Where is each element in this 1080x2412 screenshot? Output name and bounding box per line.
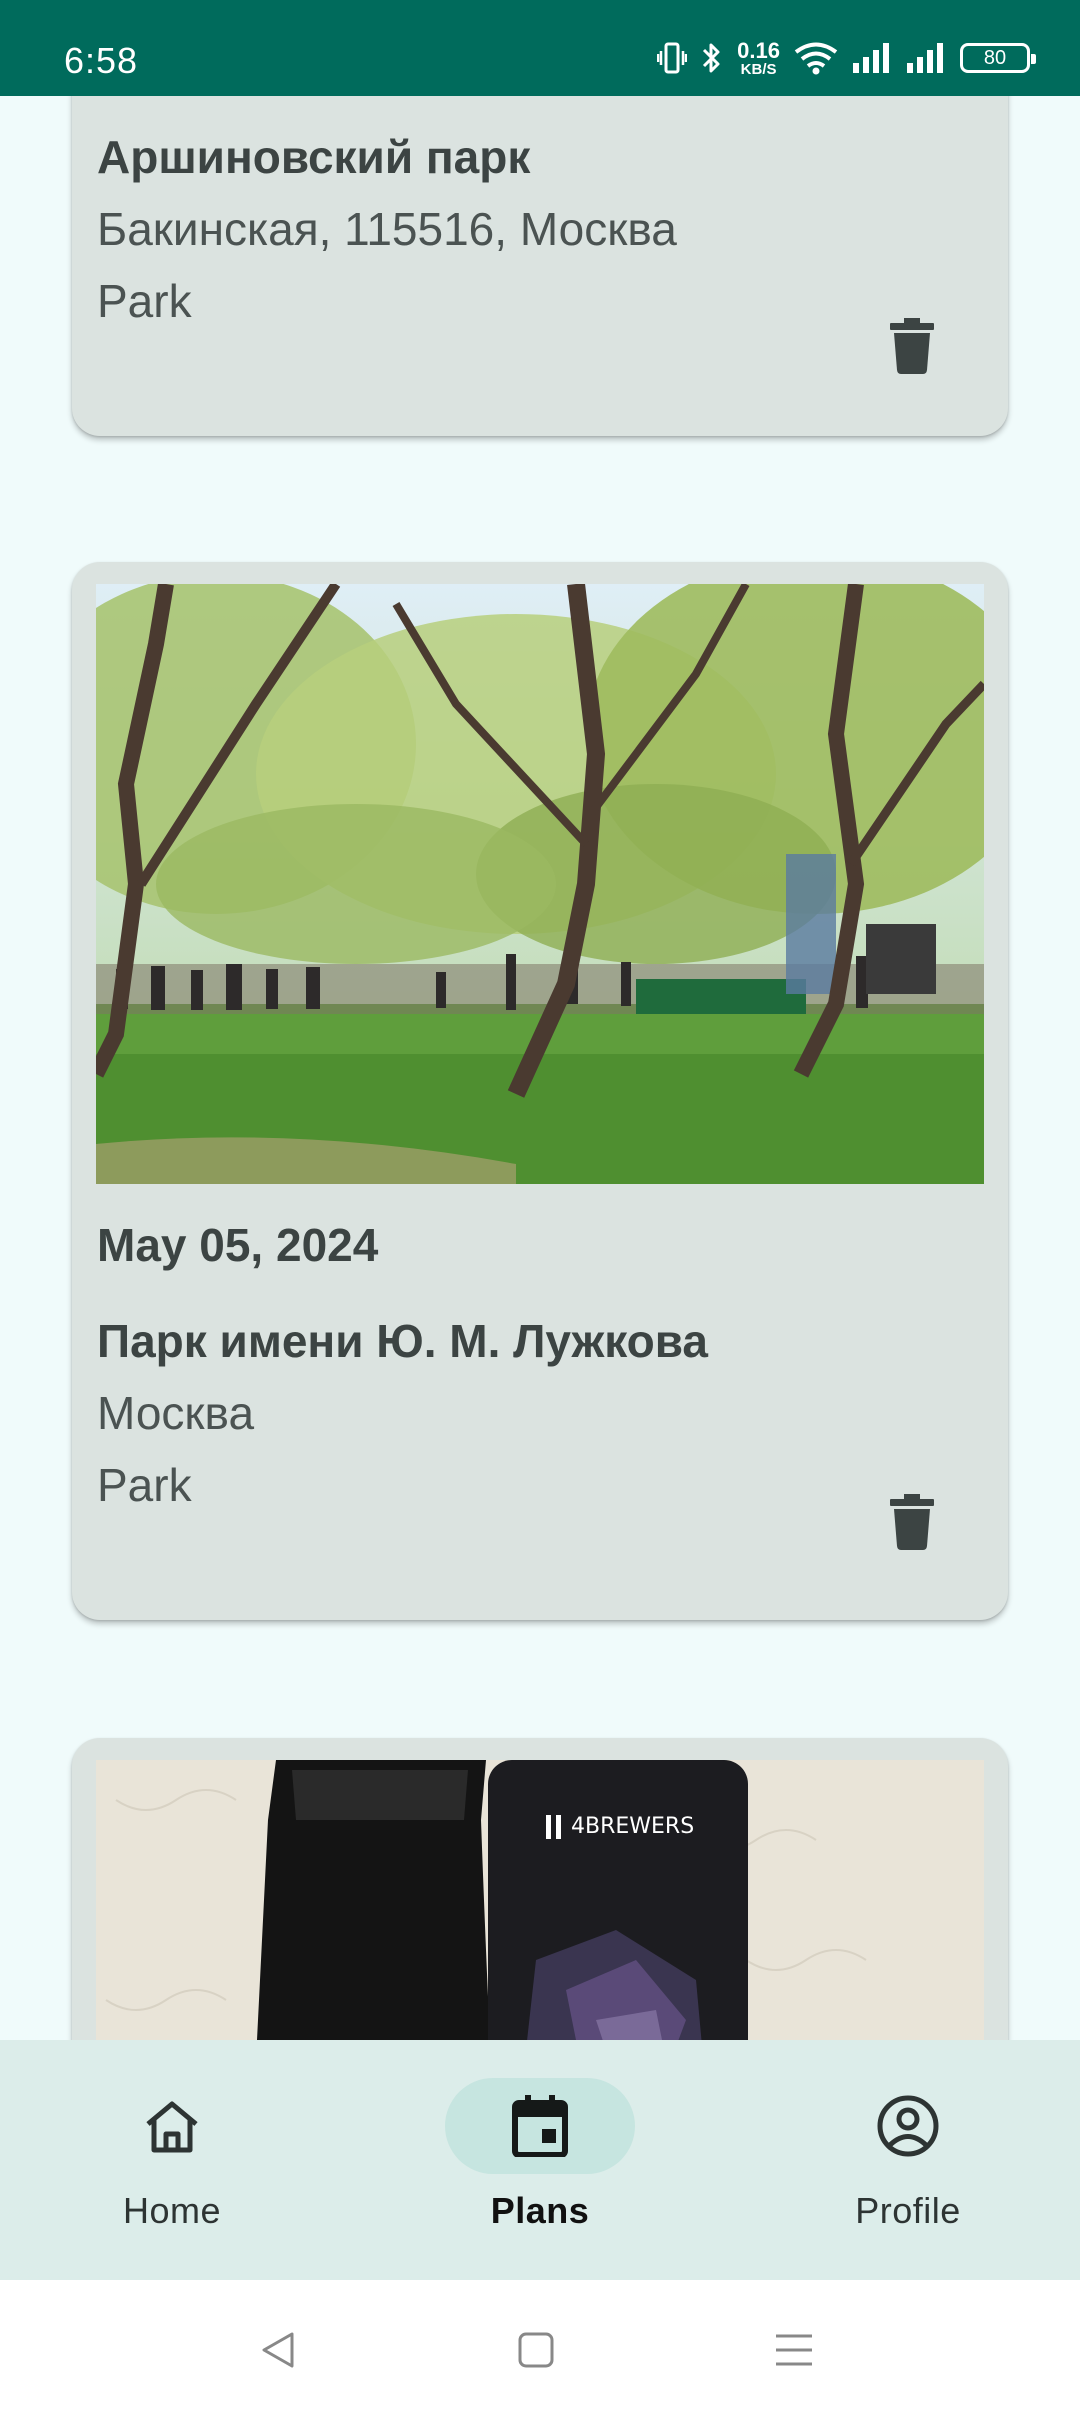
vibrate-icon <box>657 42 688 74</box>
bluetooth-icon <box>703 43 720 73</box>
battery-indicator: 80 <box>960 43 1036 73</box>
signal-icon-sim1 <box>853 43 889 73</box>
system-back-button[interactable] <box>248 2320 308 2380</box>
system-recents-button[interactable] <box>764 2320 824 2380</box>
nav-home[interactable]: Home <box>72 2078 272 2258</box>
nav-profile-label: Profile <box>855 2190 961 2231</box>
place-address: Москва <box>97 1387 255 1439</box>
home-icon <box>146 2101 198 2153</box>
network-speed: 0.16 KB/S <box>737 37 780 78</box>
menu-lines-icon <box>776 2334 812 2366</box>
place-name: Парк имени Ю. М. Лужкова <box>97 1315 708 1367</box>
plan-card[interactable]: 4BREWERS <box>72 1738 1008 2040</box>
home-square-icon <box>518 2332 554 2368</box>
system-home-button[interactable] <box>506 2320 566 2380</box>
place-type: Park <box>97 275 192 327</box>
place-photo: 4BREWERS <box>96 1760 984 2040</box>
place-photo <box>96 584 984 1184</box>
status-time: 6:58 <box>64 40 139 81</box>
trash-icon <box>890 318 934 374</box>
delete-button[interactable] <box>872 306 952 386</box>
place-type: Park <box>97 1459 192 1511</box>
bottom-navigation: Home Plans Profile <box>0 2040 1080 2280</box>
delete-button[interactable] <box>872 1482 952 1562</box>
trash-icon <box>890 1494 934 1550</box>
nav-plans[interactable]: Plans <box>440 2078 640 2258</box>
plans-list[interactable]: Аршиновский парк Бакинская, 115516, Моск… <box>0 96 1080 2040</box>
nav-profile[interactable]: Profile <box>808 2078 1008 2258</box>
nav-profile-indicator <box>813 2078 1003 2174</box>
nav-home-label: Home <box>122 2190 222 2231</box>
plan-date: May 05, 2024 <box>97 1219 379 1271</box>
account-circle-icon <box>877 2095 939 2157</box>
nav-plans-label: Plans <box>490 2190 590 2231</box>
nav-plans-indicator <box>445 2078 635 2174</box>
plan-card[interactable]: May 05, 2024 Парк имени Ю. М. Лужкова Мо… <box>72 562 1008 1620</box>
system-navigation-bar <box>0 2280 1080 2412</box>
wifi-icon <box>794 42 838 75</box>
place-address: Бакинская, 115516, Москва <box>97 203 677 255</box>
calendar-icon <box>512 2095 568 2157</box>
signal-icon-sim2 <box>907 43 943 73</box>
can-brand-text: 4BREWERS <box>571 1814 695 1839</box>
nav-home-indicator <box>77 2078 267 2174</box>
back-triangle-icon <box>262 2332 294 2368</box>
plan-card[interactable]: Аршиновский парк Бакинская, 115516, Моск… <box>72 96 1008 436</box>
status-icons: 0.16 KB/S 80 <box>657 37 1036 78</box>
place-name: Аршиновский парк <box>97 131 531 183</box>
status-bar: 6:58 0.16 KB/S 80 <box>0 0 1080 96</box>
